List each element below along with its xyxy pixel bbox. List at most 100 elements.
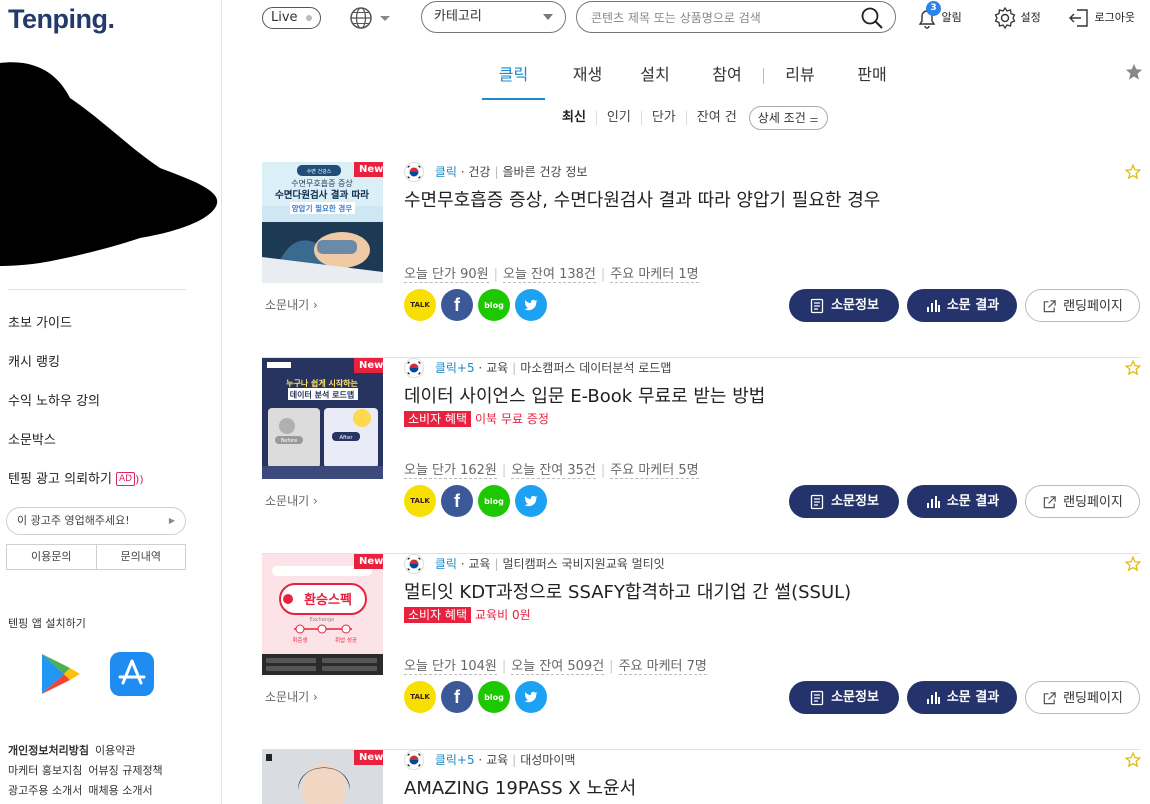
chevron-right-icon: › [313, 298, 318, 312]
marketer-guide-link[interactable]: 마케터 홍보지침 [8, 764, 82, 777]
share-socials: TALK f blog [404, 485, 552, 517]
tab-participate[interactable]: 참여 [707, 60, 747, 100]
campaign-title[interactable]: 수면무호흡증 증상, 수면다원검사 결과 따라 양압기 필요한 경우 [404, 186, 880, 212]
menu-rumor-box[interactable]: 소문박스 [8, 429, 144, 468]
campaign-title[interactable]: 데이터 사이언스 입문 E-Book 무료로 받는 방법 [404, 382, 765, 408]
campaign-thumbnail[interactable]: 수면 건강스 수면무호흡증 증상 수면다원검사 결과 따라 양압기 필요한 경우 [262, 162, 383, 283]
kakaotalk-share-button[interactable]: TALK [404, 485, 436, 517]
landing-page-button[interactable]: 랜딩페이지 [1025, 289, 1140, 322]
settings-label: 설정 [1020, 11, 1041, 24]
blog-share-button[interactable]: blog [478, 485, 510, 517]
thumb-after: After [339, 435, 353, 441]
campaign-result-label: 소문 결과 [946, 494, 1000, 509]
sort-latest[interactable]: 최신 [562, 106, 596, 130]
menu-cash-ranking[interactable]: 캐시 랭킹 [8, 351, 144, 390]
campaign-advertiser: 멀티캠퍼스 국비지원교육 멀티잇 [502, 557, 665, 571]
twitter-share-button[interactable] [515, 289, 547, 321]
campaign-thumbnail[interactable]: 누구나 쉽게 시작하는 데이터 분석 로드맵 Before After [262, 358, 383, 479]
category-label: 카테고리 [434, 9, 482, 24]
new-badge: New [354, 554, 383, 569]
settings-button[interactable]: 설정 [993, 6, 1041, 30]
star-outline-icon[interactable] [1125, 164, 1141, 180]
search-input[interactable] [591, 8, 851, 28]
landing-page-button[interactable]: 랜딩페이지 [1025, 485, 1140, 518]
new-badge: New [354, 162, 383, 177]
advertiser-pitch-button[interactable]: 이 광고주 영업해주세요! ▶ [6, 507, 186, 535]
star-outline-icon[interactable] [1125, 556, 1141, 572]
campaign-info-button[interactable]: 소문정보 [789, 485, 899, 518]
tab-review[interactable]: 리뷰 [780, 60, 820, 100]
help-buttons: 이용문의 문의내역 [6, 544, 186, 570]
sort-popular[interactable]: 인기 [595, 111, 641, 125]
abuse-policy-link[interactable]: 어뷰징 규제정책 [88, 764, 162, 777]
inquiry-history-button[interactable]: 문의내역 [95, 545, 186, 569]
gear-icon [994, 6, 1016, 30]
media-intro-link[interactable]: 매체용 소개서 [88, 784, 152, 797]
kakaotalk-share-button[interactable]: TALK [404, 289, 436, 321]
globe-icon[interactable] [349, 6, 391, 30]
sort-remaining[interactable]: 잔여 건 [685, 111, 747, 125]
logout-icon [1069, 9, 1088, 27]
chevron-right-icon: › [313, 494, 318, 508]
logout-button[interactable]: 로그아웃 [1067, 6, 1135, 30]
campaign-thumbnail[interactable]: 환승스펙 Exchange 취준생 취업 성공 [262, 554, 383, 675]
share-button[interactable]: 소문내기 › [265, 688, 318, 705]
inquiry-button[interactable]: 이용문의 [7, 545, 96, 569]
bar-chart-icon [926, 691, 940, 704]
external-link-icon [1043, 692, 1056, 705]
star-outline-icon[interactable] [1125, 360, 1141, 376]
campaign-type: 클릭 [434, 557, 457, 571]
search-icon[interactable] [861, 7, 883, 29]
share-label: 소문내기 [265, 494, 310, 508]
sidebar-menu: 초보 가이드 캐시 랭킹 수익 노하우 강의 소문박스 텐핑 광고 의뢰하기 AD… [8, 312, 144, 507]
sort-price[interactable]: 단가 [640, 111, 686, 125]
campaign-info-button[interactable]: 소문정보 [789, 681, 899, 714]
app-store-icon[interactable] [110, 652, 154, 696]
share-button[interactable]: 소문내기 › [265, 296, 318, 313]
campaign-result-button[interactable]: 소문 결과 [907, 289, 1017, 322]
signal-icon: )) [135, 473, 144, 486]
kakaotalk-share-button[interactable]: TALK [404, 681, 436, 713]
campaign-card: 누구나 쉽게 시작하는 데이터 분석 로드맵 Before After New … [262, 358, 1141, 554]
facebook-share-button[interactable]: f [441, 485, 473, 517]
alarm-button[interactable]: 3 알림 [916, 1, 962, 30]
app-install-title: 텐핑 앱 설치하기 [8, 617, 86, 630]
favorite-star-icon[interactable] [1125, 63, 1143, 81]
menu-beginner-guide[interactable]: 초보 가이드 [8, 312, 144, 351]
twitter-share-button[interactable] [515, 681, 547, 713]
facebook-share-button[interactable]: f [441, 289, 473, 321]
today-remaining: 오늘 잔여 35건 [511, 463, 596, 479]
tab-install[interactable]: 설치 [635, 60, 675, 100]
campaign-result-button[interactable]: 소문 결과 [907, 485, 1017, 518]
detail-filter-button[interactable]: 상세 조건 ⚌ [748, 106, 828, 130]
campaign-stats: 오늘 단가 90원 | 오늘 잔여 138건 | 주요 마케터 1명 [404, 267, 699, 283]
campaign-info-button[interactable]: 소문정보 [789, 289, 899, 322]
live-label: Live [271, 10, 298, 25]
share-button[interactable]: 소문내기 › [265, 492, 318, 509]
landing-page-button[interactable]: 랜딩페이지 [1025, 681, 1140, 714]
menu-knowhow-lecture[interactable]: 수익 노하우 강의 [8, 390, 144, 429]
facebook-share-button[interactable]: f [441, 681, 473, 713]
campaign-meta: 클릭+5 · 교육 | 마소캠퍼스 데이터분석 로드맵 [404, 358, 671, 378]
tenping-logo[interactable]: Tenping. [8, 4, 115, 35]
tab-sale[interactable]: 판매 [852, 60, 892, 100]
campaign-advertiser: 올바른 건강 정보 [502, 165, 588, 179]
tab-click[interactable]: 클릭 [482, 60, 545, 100]
category-select[interactable]: 카테고리 [421, 1, 566, 33]
twitter-share-button[interactable] [515, 485, 547, 517]
advertiser-intro-link[interactable]: 광고주용 소개서 [8, 784, 82, 797]
privacy-policy-link[interactable]: 개인정보처리방침 [8, 744, 89, 757]
campaign-title[interactable]: AMAZING 19PASS X 노윤서 [404, 774, 636, 800]
campaign-result-button[interactable]: 소문 결과 [907, 681, 1017, 714]
star-outline-icon[interactable] [1125, 752, 1141, 768]
menu-request-ad[interactable]: 텐핑 광고 의뢰하기 AD)) [8, 468, 144, 507]
thumb-line1: 환승스펙 [304, 592, 352, 608]
campaign-title[interactable]: 멀티잇 KDT과정으로 SSAFY합격하고 대기업 간 썰(SSUL) [404, 578, 851, 604]
blog-share-button[interactable]: blog [478, 681, 510, 713]
google-play-icon[interactable] [38, 652, 82, 696]
tab-play[interactable]: 재생 [556, 60, 619, 100]
live-toggle[interactable]: Live [262, 7, 321, 29]
top-marketers: 주요 마케터 7명 [618, 659, 707, 675]
blog-share-button[interactable]: blog [478, 289, 510, 321]
terms-link[interactable]: 이용약관 [95, 744, 135, 757]
